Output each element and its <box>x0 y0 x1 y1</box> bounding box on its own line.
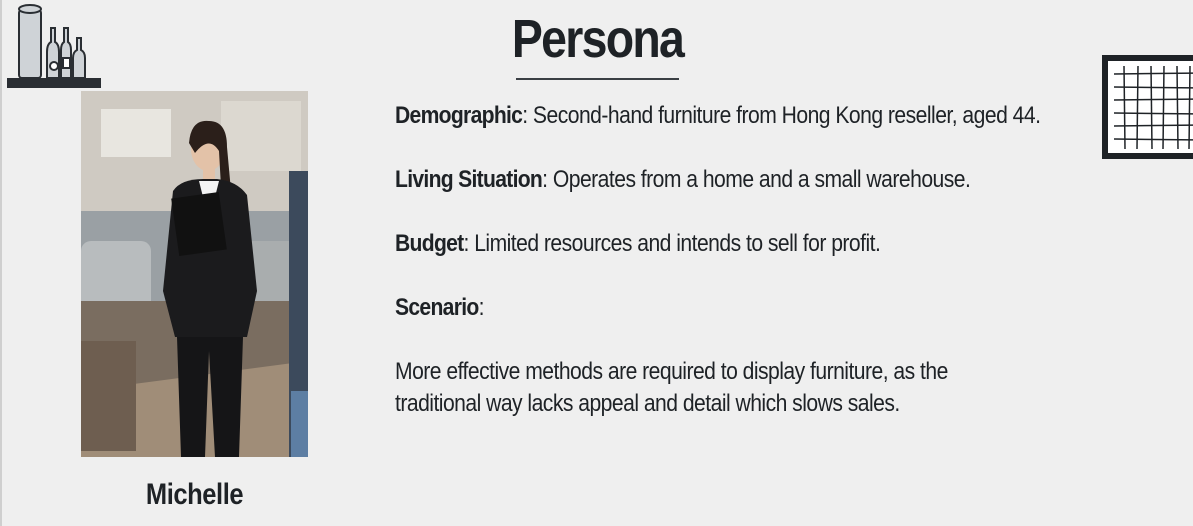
living-situation-label: Living Situation <box>395 166 543 193</box>
budget-text: Limited resources and intends to sell fo… <box>474 230 881 257</box>
persona-photo <box>81 91 308 457</box>
budget-label: Budget <box>395 230 464 257</box>
budget-item: Budget: Limited resources and intends to… <box>395 230 881 257</box>
shelf-with-bottles-icon <box>7 4 101 88</box>
scenario-item: Scenario: <box>395 294 484 321</box>
page-border <box>0 0 2 526</box>
living-situation-item: Living Situation: Operates from a home a… <box>395 166 971 193</box>
persona-details: Demographic: Second-hand furniture from … <box>395 100 1095 452</box>
living-situation-text: Operates from a home and a small warehou… <box>552 166 971 193</box>
demographic-text: Second-hand furniture from Hong Kong res… <box>532 102 1041 129</box>
title-underline <box>516 78 679 80</box>
demographic-label: Demographic <box>395 102 523 129</box>
grid-frame-icon <box>1102 55 1193 159</box>
demographic-item: Demographic: Second-hand furniture from … <box>395 102 1041 129</box>
page-title: Persona <box>511 9 685 69</box>
scenario-label: Scenario <box>395 294 479 321</box>
persona-name: Michelle <box>145 478 244 511</box>
scenario-body: More effective methods are required to d… <box>395 358 948 417</box>
